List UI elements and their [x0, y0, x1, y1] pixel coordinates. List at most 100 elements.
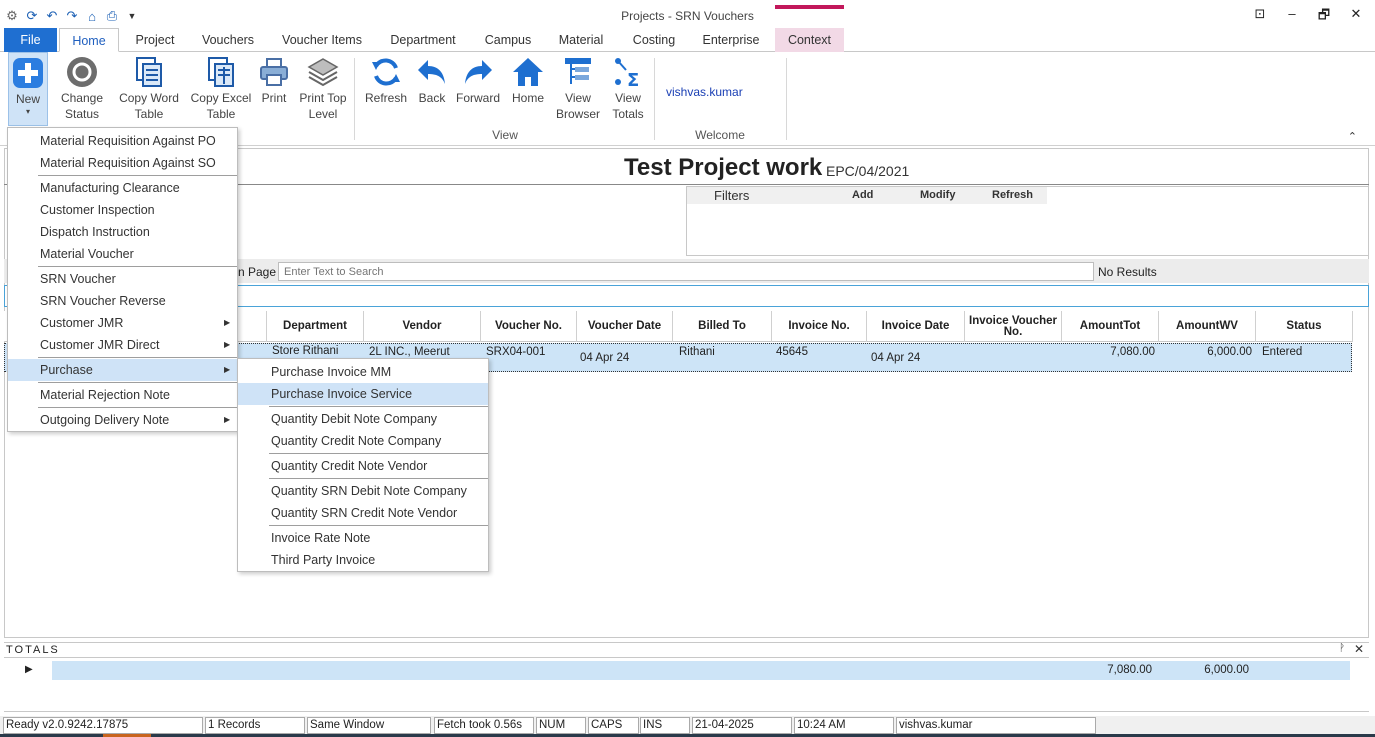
view-totals-button[interactable]: Σ View Totals	[606, 52, 650, 122]
menu-item-material-voucher[interactable]: Material Voucher	[8, 243, 237, 265]
menu-item-customer-jmr[interactable]: Customer JMR ▶	[8, 312, 237, 334]
menu-item-third-party-invoice[interactable]: Third Party Invoice	[238, 549, 488, 571]
column-header-voucher-date[interactable]: Voucher Date	[577, 311, 673, 342]
menu-item-material-rejection-note[interactable]: Material Rejection Note	[8, 384, 237, 406]
tab-context[interactable]: Context	[775, 28, 844, 52]
forward-arrow-icon	[462, 56, 494, 88]
tab-costing[interactable]: Costing	[624, 28, 684, 52]
menu-item-purchase-invoice-service[interactable]: Purchase Invoice Service	[238, 383, 488, 405]
layers-icon	[307, 56, 339, 88]
tab-campus[interactable]: Campus	[477, 28, 539, 52]
back-label: Back	[418, 91, 446, 105]
change-status-icon	[66, 56, 98, 88]
status-num: NUM	[536, 717, 586, 734]
status-window-mode: Same Window	[307, 717, 431, 734]
copy-excel-table-button[interactable]: Copy Excel Table	[188, 52, 254, 122]
menu-item-dispatch-instruction[interactable]: Dispatch Instruction	[8, 221, 237, 243]
tab-project[interactable]: Project	[124, 28, 186, 52]
filter-refresh-button[interactable]: Refresh	[992, 189, 1033, 201]
new-dropdown-menu: Material Requisition Against PO Material…	[7, 127, 238, 432]
menu-item-mr-against-po[interactable]: Material Requisition Against PO	[8, 130, 237, 152]
filter-modify-button[interactable]: Modify	[920, 189, 955, 201]
menu-item-mr-against-so[interactable]: Material Requisition Against SO	[8, 152, 237, 174]
view-browser-label-2: Browser	[555, 107, 600, 121]
column-header-invoice-date[interactable]: Invoice Date	[867, 311, 965, 342]
project-code: EPC/04/2021	[826, 163, 910, 179]
print-top-label-2: Level	[308, 107, 338, 121]
menu-item-customer-jmr-direct[interactable]: Customer JMR Direct ▶	[8, 334, 237, 356]
menu-separator	[38, 407, 237, 408]
print-button[interactable]: Print	[257, 52, 291, 106]
column-header-amount-wv[interactable]: AmountWV	[1159, 311, 1256, 342]
pin-icon[interactable]: ᚹ	[1339, 643, 1345, 654]
menu-item-qty-srn-credit-note-vendor[interactable]: Quantity SRN Credit Note Vendor	[238, 502, 488, 524]
forward-button[interactable]: Forward	[454, 52, 502, 106]
search-input[interactable]	[278, 262, 1094, 281]
menu-item-purchase[interactable]: Purchase ▶	[8, 359, 237, 381]
menu-item-purchase-invoice-mm[interactable]: Purchase Invoice MM	[238, 361, 488, 383]
column-header-billed-to[interactable]: Billed To	[673, 311, 772, 342]
copy-excel-label: Copy Excel	[190, 91, 252, 105]
chevron-right-icon: ▶	[224, 318, 231, 327]
menu-item-srn-voucher[interactable]: SRN Voucher	[8, 268, 237, 290]
close-icon[interactable]: ✕	[1347, 6, 1365, 28]
menu-item-qty-credit-note-vendor[interactable]: Quantity Credit Note Vendor	[238, 455, 488, 477]
refresh-button[interactable]: Refresh	[364, 52, 408, 106]
cell-status: Entered	[1262, 346, 1303, 358]
totals-label: TOTALS	[6, 644, 60, 656]
menu-item-qty-srn-debit-note-company[interactable]: Quantity SRN Debit Note Company	[238, 480, 488, 502]
menu-item-manufacturing-clearance[interactable]: Manufacturing Clearance	[8, 177, 237, 199]
filter-add-button[interactable]: Add	[852, 189, 873, 201]
close-icon[interactable]: ✕	[1354, 642, 1364, 656]
column-header-department[interactable]: Department	[267, 311, 364, 342]
change-status-label-2: Status	[64, 107, 100, 121]
chevron-right-icon: ▶	[224, 340, 231, 349]
menu-separator	[269, 453, 488, 454]
column-header-invoice-voucher-no[interactable]: Invoice Voucher No.	[965, 311, 1062, 342]
tab-enterprise[interactable]: Enterprise	[696, 28, 766, 52]
print-icon	[258, 56, 290, 88]
home-button[interactable]: Home	[508, 52, 548, 106]
new-button[interactable]: New ▾	[8, 52, 48, 126]
menu-item-customer-inspection[interactable]: Customer Inspection	[8, 199, 237, 221]
cell-billed-to: Rithani	[679, 346, 715, 358]
print-top-level-button[interactable]: Print Top Level	[296, 52, 350, 122]
view-browser-button[interactable]: View Browser	[554, 52, 602, 122]
tree-icon	[562, 56, 594, 88]
menu-item-srn-voucher-reverse[interactable]: SRN Voucher Reverse	[8, 290, 237, 312]
forward-label: Forward	[455, 91, 500, 105]
column-header-status[interactable]: Status	[1256, 311, 1353, 342]
cell-voucher-no: SRX04-001	[486, 346, 546, 358]
menu-item-invoice-rate-note[interactable]: Invoice Rate Note	[238, 527, 488, 549]
menu-separator	[269, 525, 488, 526]
window-title: Projects - SRN Vouchers	[621, 9, 754, 23]
tab-department[interactable]: Department	[383, 28, 463, 52]
tab-material[interactable]: Material	[551, 28, 611, 52]
minimize-icon[interactable]: –	[1283, 6, 1301, 28]
column-header-voucher-no[interactable]: Voucher No.	[481, 311, 577, 342]
copy-word-table-button[interactable]: Copy Word Table	[116, 52, 182, 122]
column-header-amount-tot[interactable]: AmountTot	[1062, 311, 1159, 342]
purchase-submenu: Purchase Invoice MM Purchase Invoice Ser…	[237, 358, 489, 572]
refresh-label: Refresh	[364, 91, 408, 105]
back-button[interactable]: Back	[414, 52, 450, 106]
restore-down-icon[interactable]: ⊡	[1251, 6, 1269, 28]
menu-item-qty-debit-note-company[interactable]: Quantity Debit Note Company	[238, 408, 488, 430]
status-version: Ready v2.0.9242.17875	[3, 717, 203, 734]
menu-item-outgoing-delivery-note[interactable]: Outgoing Delivery Note ▶	[8, 409, 237, 431]
status-ins: INS	[640, 717, 690, 734]
tab-voucher-items[interactable]: Voucher Items	[276, 28, 368, 52]
maximize-icon[interactable]: 🗗	[1315, 6, 1333, 28]
tab-file[interactable]: File	[4, 28, 57, 52]
collapse-ribbon-icon[interactable]: ⌃	[1348, 130, 1357, 143]
tab-home[interactable]: Home	[59, 28, 119, 52]
column-header-invoice-no[interactable]: Invoice No.	[772, 311, 867, 342]
home-icon	[512, 56, 544, 88]
cell-invoice-no: 45645	[776, 346, 808, 358]
cell-department: Store Rithani	[272, 345, 339, 357]
menu-item-qty-credit-note-company[interactable]: Quantity Credit Note Company	[238, 430, 488, 452]
change-status-button[interactable]: Change Status	[56, 52, 108, 122]
column-header-vendor[interactable]: Vendor	[364, 311, 481, 342]
tab-vouchers[interactable]: Vouchers	[192, 28, 264, 52]
ribbon-separator	[786, 58, 787, 140]
